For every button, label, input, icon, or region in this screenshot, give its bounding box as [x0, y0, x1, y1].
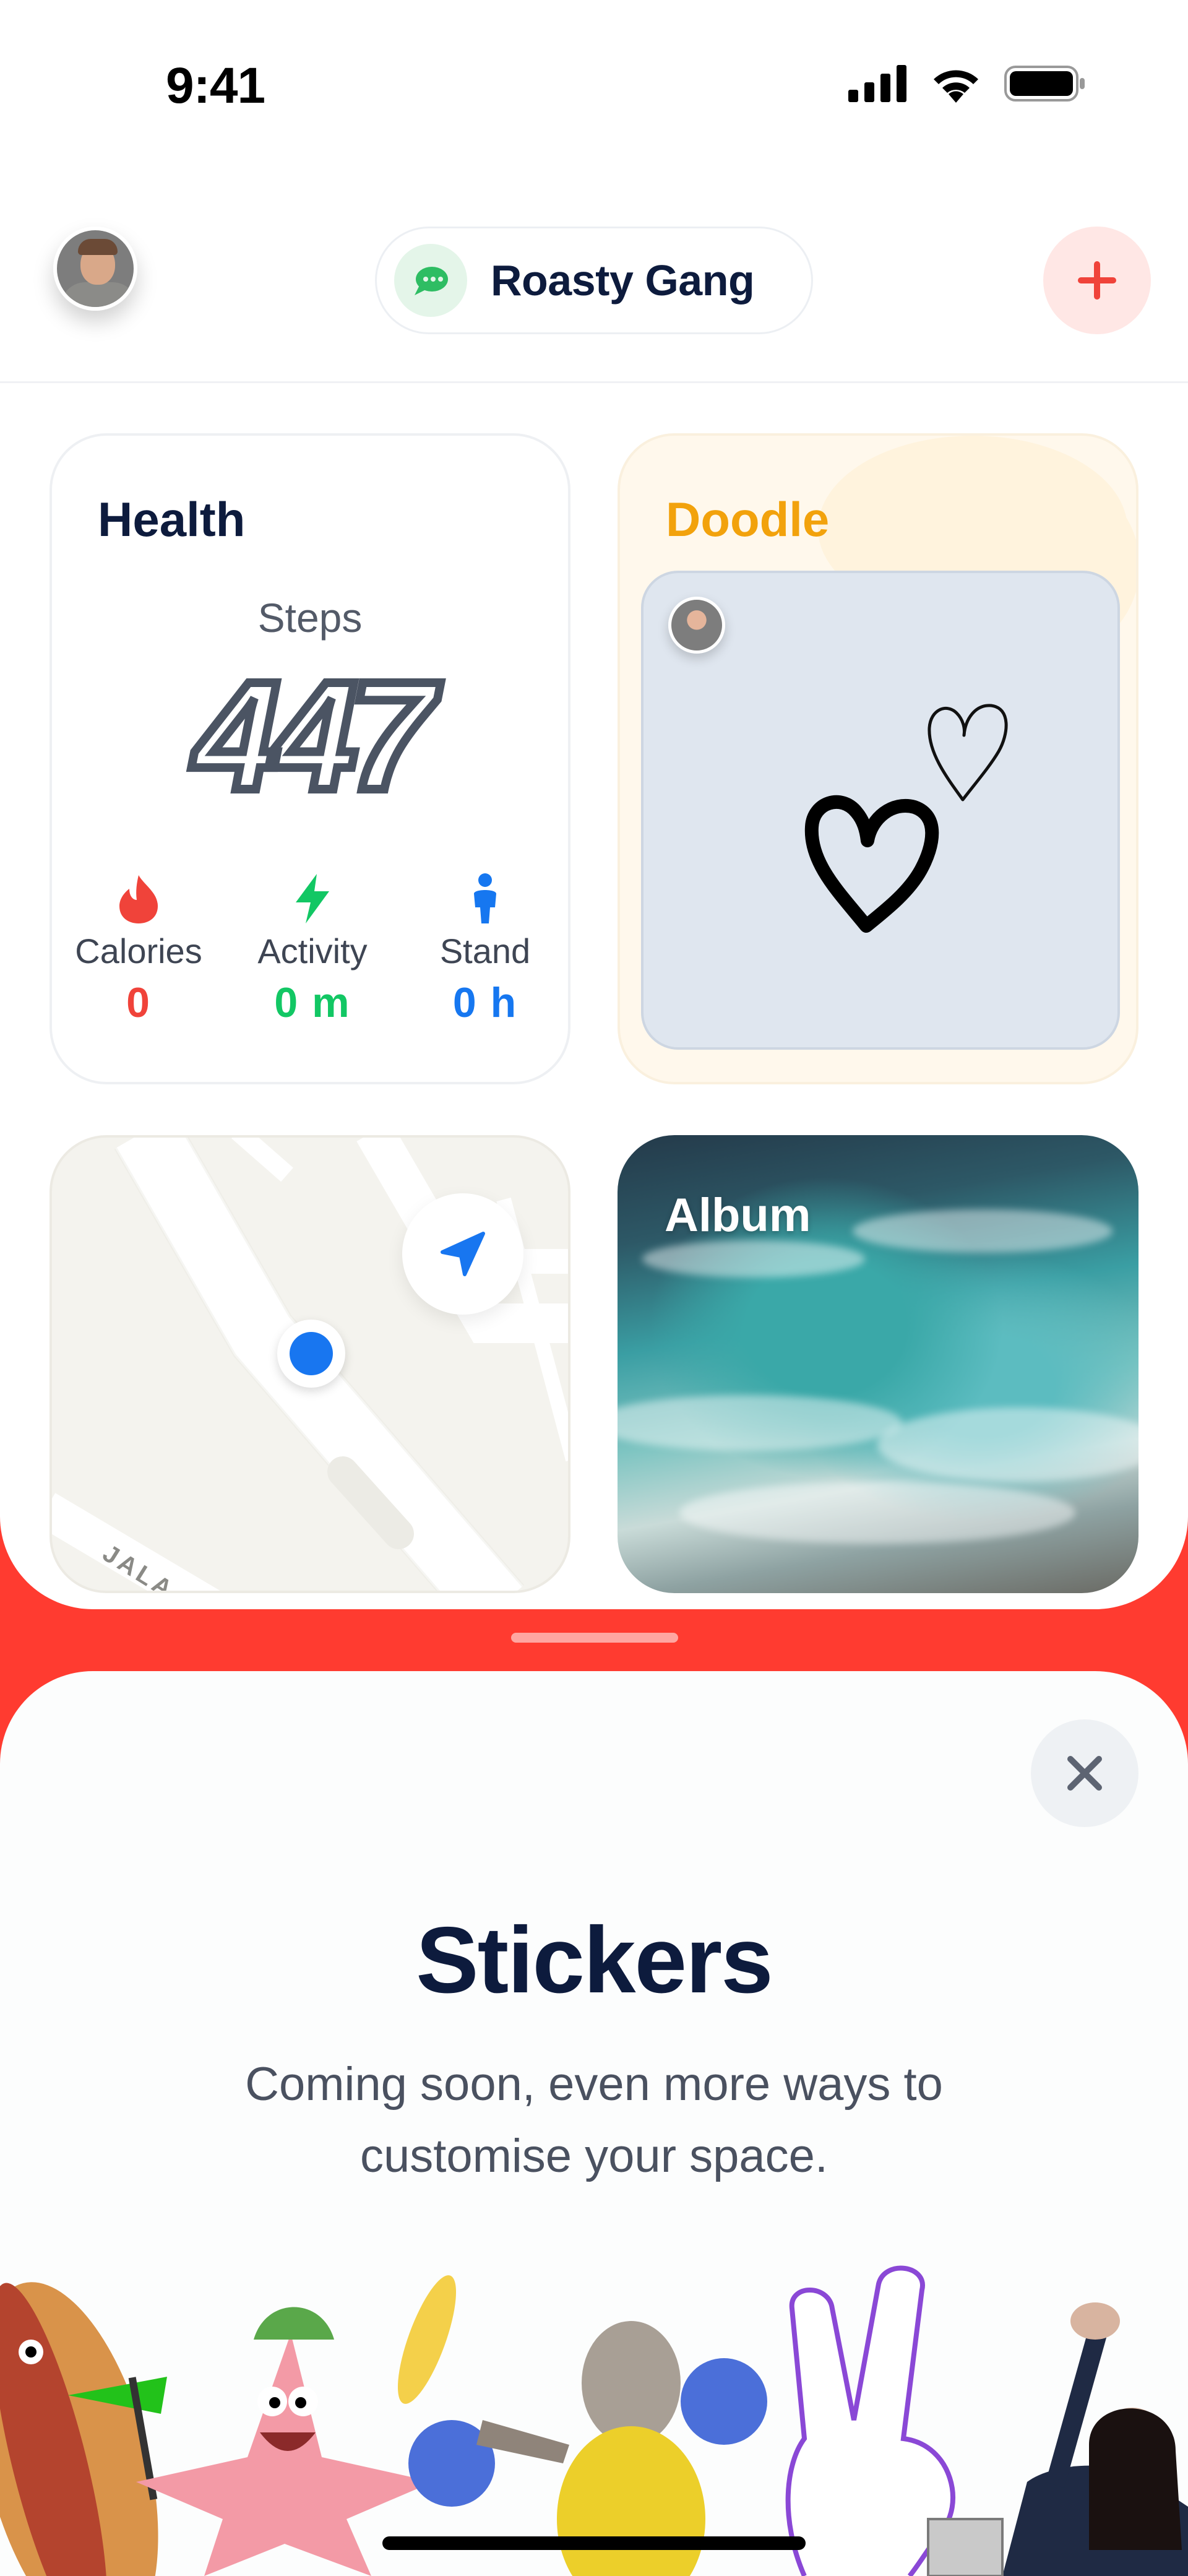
location-arrow-icon [441, 1232, 485, 1276]
metric-value: 0 m [274, 979, 351, 1026]
metric-label: Stand [439, 931, 531, 970]
doodle-canvas[interactable] [641, 571, 1120, 1050]
stickers-sheet: Stickers Coming soon, even more ways to … [0, 1671, 1188, 2576]
plus-icon [1078, 261, 1116, 300]
health-widget[interactable]: Health Steps 447 Calories 0 Activity 0 m [50, 433, 570, 1084]
wifi-icon [934, 70, 978, 103]
lightning-icon [296, 874, 329, 923]
sticker-previews [0, 2265, 1188, 2576]
close-icon [1067, 1756, 1102, 1791]
metric-label: Activity [257, 931, 368, 970]
metric-stand: Stand 0 h [398, 869, 568, 1027]
group-name: Roasty Gang [491, 256, 755, 305]
home-indicator[interactable] [382, 2536, 806, 2550]
locate-button[interactable] [402, 1193, 523, 1315]
standing-person-icon [474, 873, 496, 923]
sheet-grabber[interactable] [511, 1633, 678, 1643]
metric-value: 0 [126, 979, 151, 1026]
group-chat-icon [394, 244, 467, 317]
doodle-title: Doodle [666, 492, 830, 547]
main-screen: 9:41 Roasty Gang Health Steps 447 Calori… [0, 0, 1188, 1609]
waving-person-sticker [927, 2302, 1188, 2576]
metric-value: 0 h [452, 979, 518, 1026]
current-location-dot [277, 1320, 345, 1388]
map-widget[interactable]: JALA [50, 1135, 570, 1593]
steps-label: Steps [257, 595, 363, 641]
sheet-subtitle: Coming soon, even more ways to customise… [245, 2058, 943, 2182]
album-title: Album [665, 1189, 811, 1242]
cellular-signal-icon [848, 65, 906, 102]
avatar [53, 227, 137, 311]
profile-avatar[interactable] [53, 227, 146, 332]
battery-icon [1004, 66, 1085, 102]
add-button[interactable] [1043, 227, 1151, 334]
starfish-sticker [136, 2307, 433, 2576]
metric-activity: Activity 0 m [226, 869, 399, 1027]
squirrel-sticker [397, 2275, 767, 2576]
metric-label: Calories [75, 931, 202, 970]
hotdog-sticker [0, 2282, 167, 2576]
sheet-title: Stickers [416, 1908, 773, 2013]
status-time: 9:41 [166, 58, 265, 114]
status-icons [848, 64, 1086, 103]
health-title: Health [98, 492, 246, 547]
steps-value: 447 [189, 649, 439, 822]
metric-calories: Calories 0 [52, 869, 225, 1027]
group-selector[interactable]: Roasty Gang [375, 227, 813, 334]
heart-doodle [804, 704, 1008, 933]
header-divider [0, 381, 1188, 383]
album-widget[interactable]: Album [618, 1135, 1138, 1593]
close-button[interactable] [1031, 1719, 1138, 1827]
doodle-widget[interactable]: Doodle [618, 433, 1138, 1084]
flame-icon [119, 875, 158, 923]
